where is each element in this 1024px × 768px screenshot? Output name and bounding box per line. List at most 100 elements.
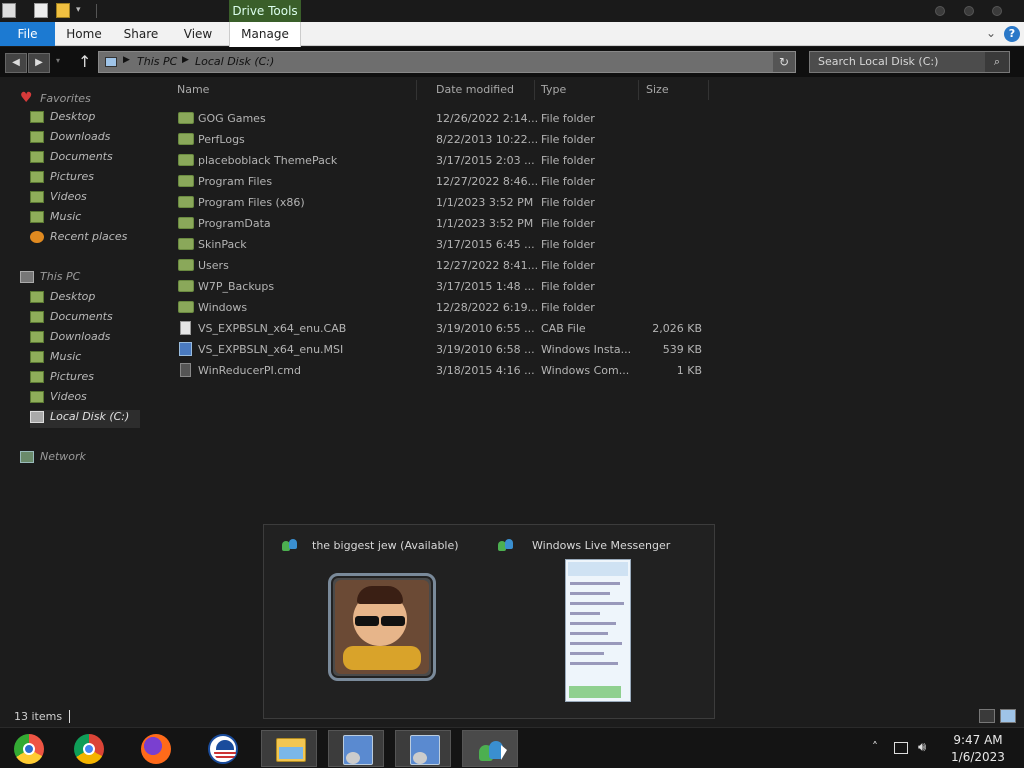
nav-this-pc-header[interactable]: This PC xyxy=(20,270,80,288)
file-row[interactable]: GOG Games 12/26/2022 2:14... File folder xyxy=(170,108,710,129)
back-button[interactable]: ◀ xyxy=(5,53,27,73)
recent-locations-chevron-icon[interactable]: ▾ xyxy=(56,56,60,65)
file-row[interactable]: SkinPack 3/17/2015 6:45 ... File folder xyxy=(170,234,710,255)
file-row[interactable]: Windows 12/28/2022 6:19... File folder xyxy=(170,297,710,318)
messenger-window-thumbnail[interactable] xyxy=(565,559,631,702)
thumbnail-title-conversation[interactable]: the biggest jew (Available) xyxy=(312,539,459,552)
show-hidden-icons-chevron-icon[interactable]: ˄ xyxy=(872,740,878,754)
minimize-button[interactable] xyxy=(935,6,945,16)
file-type: File folder xyxy=(541,280,595,293)
expand-ribbon-chevron-icon[interactable]: ⌄ xyxy=(986,26,996,40)
taskbar-obama-app[interactable] xyxy=(194,730,250,767)
nav-fav-recent-places[interactable]: Recent places xyxy=(30,230,127,248)
column-size[interactable]: Size xyxy=(646,83,669,96)
volume-icon[interactable]: 🔊︎ xyxy=(918,740,926,755)
tab-view[interactable]: View xyxy=(176,22,220,46)
customize-toolbar-chevron-icon[interactable]: ▾ xyxy=(76,5,81,15)
column-divider[interactable] xyxy=(708,80,709,100)
column-divider[interactable] xyxy=(534,80,535,100)
taskbar-chrome-canary[interactable] xyxy=(0,730,56,767)
file-row[interactable]: WinReducerPI.cmd 3/18/2015 4:16 ... Window… xyxy=(170,360,710,381)
file-row[interactable]: W7P_Backups 3/17/2015 1:48 ... File folder xyxy=(170,276,710,297)
tab-share[interactable]: Share xyxy=(117,22,165,46)
tab-file[interactable]: File xyxy=(0,22,55,46)
explorer-window-icon[interactable] xyxy=(2,3,16,18)
file-row[interactable]: Program Files 12/27/2022 8:46... File fold… xyxy=(170,171,710,192)
nav-fav-desktop[interactable]: Desktop xyxy=(30,110,95,128)
taskbar-installer-2[interactable] xyxy=(395,730,451,767)
breadcrumb-local-disk[interactable]: Local Disk (C:) xyxy=(195,55,274,68)
address-bar[interactable]: ▶ This PC ▶ Local Disk (C:) ↻ xyxy=(98,51,796,73)
nav-pc-documents[interactable]: Documents xyxy=(30,310,113,328)
refresh-button[interactable]: ↻ xyxy=(773,52,795,72)
file-row[interactable]: Program Files (x86) 1/1/2023 3:52 PM File … xyxy=(170,192,710,213)
details-view-button[interactable] xyxy=(979,709,995,723)
taskbar-installer-1[interactable] xyxy=(328,730,384,767)
nav-pc-videos[interactable]: Videos xyxy=(30,390,87,408)
file-row[interactable]: placeboblack ThemePack 3/17/2015 2:03 ...… xyxy=(170,150,710,171)
nav-pc-pictures[interactable]: Pictures xyxy=(30,370,94,388)
column-date-modified[interactable]: Date modified xyxy=(436,83,514,96)
nav-pc-downloads[interactable]: Downloads xyxy=(30,330,110,348)
close-button[interactable] xyxy=(992,6,1002,16)
file-date-modified: 12/26/2022 2:14... xyxy=(436,112,539,125)
file-name: PerfLogs xyxy=(198,133,245,146)
file-name: Program Files xyxy=(198,175,273,188)
nav-label: Desktop xyxy=(50,290,96,303)
local-disk-icon xyxy=(30,411,44,423)
search-input[interactable]: Search Local Disk (C:) ⌕ xyxy=(809,51,1010,73)
help-icon[interactable]: ? xyxy=(1004,26,1020,42)
nav-pc-desktop[interactable]: Desktop xyxy=(30,290,95,308)
file-row[interactable]: VS_EXPBSLN_x64_enu.MSI 3/19/2010 6:58 ...… xyxy=(170,339,710,360)
column-divider[interactable] xyxy=(416,80,417,100)
file-row[interactable]: VS_EXPBSLN_x64_enu.CAB 3/19/2010 6:55 ...… xyxy=(170,318,710,339)
taskbar: ˄ 🔊︎ 9:47 AM 1/6/2023 xyxy=(0,727,1024,768)
file-row[interactable]: ProgramData 1/1/2023 3:52 PM File folder xyxy=(170,213,710,234)
nav-fav-music[interactable]: Music xyxy=(30,210,81,228)
contact-avatar-thumbnail[interactable] xyxy=(328,573,436,681)
tab-home[interactable]: Home xyxy=(60,22,108,46)
file-row[interactable]: Users 12/27/2022 8:41... File folder xyxy=(170,255,710,276)
thumbnail-title-messenger[interactable]: Windows Live Messenger xyxy=(532,539,670,552)
nav-pc-local-disk[interactable]: Local Disk (C:) xyxy=(30,410,140,428)
file-date-modified: 3/17/2015 6:45 ... xyxy=(436,238,535,251)
taskbar-file-explorer[interactable] xyxy=(261,730,317,767)
file-size: 539 KB xyxy=(662,343,702,356)
large-icons-view-button[interactable] xyxy=(1000,709,1016,723)
maximize-button[interactable] xyxy=(964,6,974,16)
crumb-separator-icon[interactable]: ▶ xyxy=(182,55,189,65)
new-folder-icon[interactable] xyxy=(56,3,70,18)
forward-button[interactable]: ▶ xyxy=(28,53,50,73)
tab-manage[interactable]: Manage xyxy=(229,22,301,47)
file-type: File folder xyxy=(541,175,595,188)
nav-fav-downloads[interactable]: Downloads xyxy=(30,130,110,148)
up-arrow-button[interactable]: ↑ xyxy=(78,52,91,71)
folder-icon xyxy=(178,175,194,187)
column-type[interactable]: Type xyxy=(541,83,566,96)
taskbar-firefox[interactable] xyxy=(127,730,183,767)
file-type: File folder xyxy=(541,154,595,167)
taskbar-messenger[interactable] xyxy=(462,730,518,767)
column-divider[interactable] xyxy=(638,80,639,100)
nav-label: Recent places xyxy=(50,230,128,243)
nav-favorites-header[interactable]: ♥ Favorites xyxy=(20,90,91,108)
file-row[interactable]: PerfLogs 8/22/2013 10:22... File folder xyxy=(170,129,710,150)
network-tray-icon[interactable] xyxy=(894,742,908,754)
nav-label: Desktop xyxy=(50,110,96,123)
column-name[interactable]: Name xyxy=(177,83,209,96)
file-name: GOG Games xyxy=(198,112,266,125)
file-type: File folder xyxy=(541,259,595,272)
nav-fav-documents[interactable]: Documents xyxy=(30,150,113,168)
nav-fav-videos[interactable]: Videos xyxy=(30,190,87,208)
taskbar-clock[interactable]: 9:47 AM 1/6/2023 xyxy=(940,732,1016,766)
taskbar-chrome[interactable] xyxy=(60,730,116,767)
nav-pc-music[interactable]: Music xyxy=(30,350,81,368)
search-icon[interactable]: ⌕ xyxy=(985,52,1009,72)
crumb-separator-icon[interactable]: ▶ xyxy=(123,55,130,65)
properties-icon[interactable] xyxy=(34,3,48,18)
file-type: CAB File xyxy=(541,322,586,335)
nav-network[interactable]: Network xyxy=(20,450,86,468)
nav-fav-pictures[interactable]: Pictures xyxy=(30,170,94,188)
breadcrumb-this-pc[interactable]: This PC xyxy=(137,55,177,68)
nav-label: Documents xyxy=(50,310,113,323)
